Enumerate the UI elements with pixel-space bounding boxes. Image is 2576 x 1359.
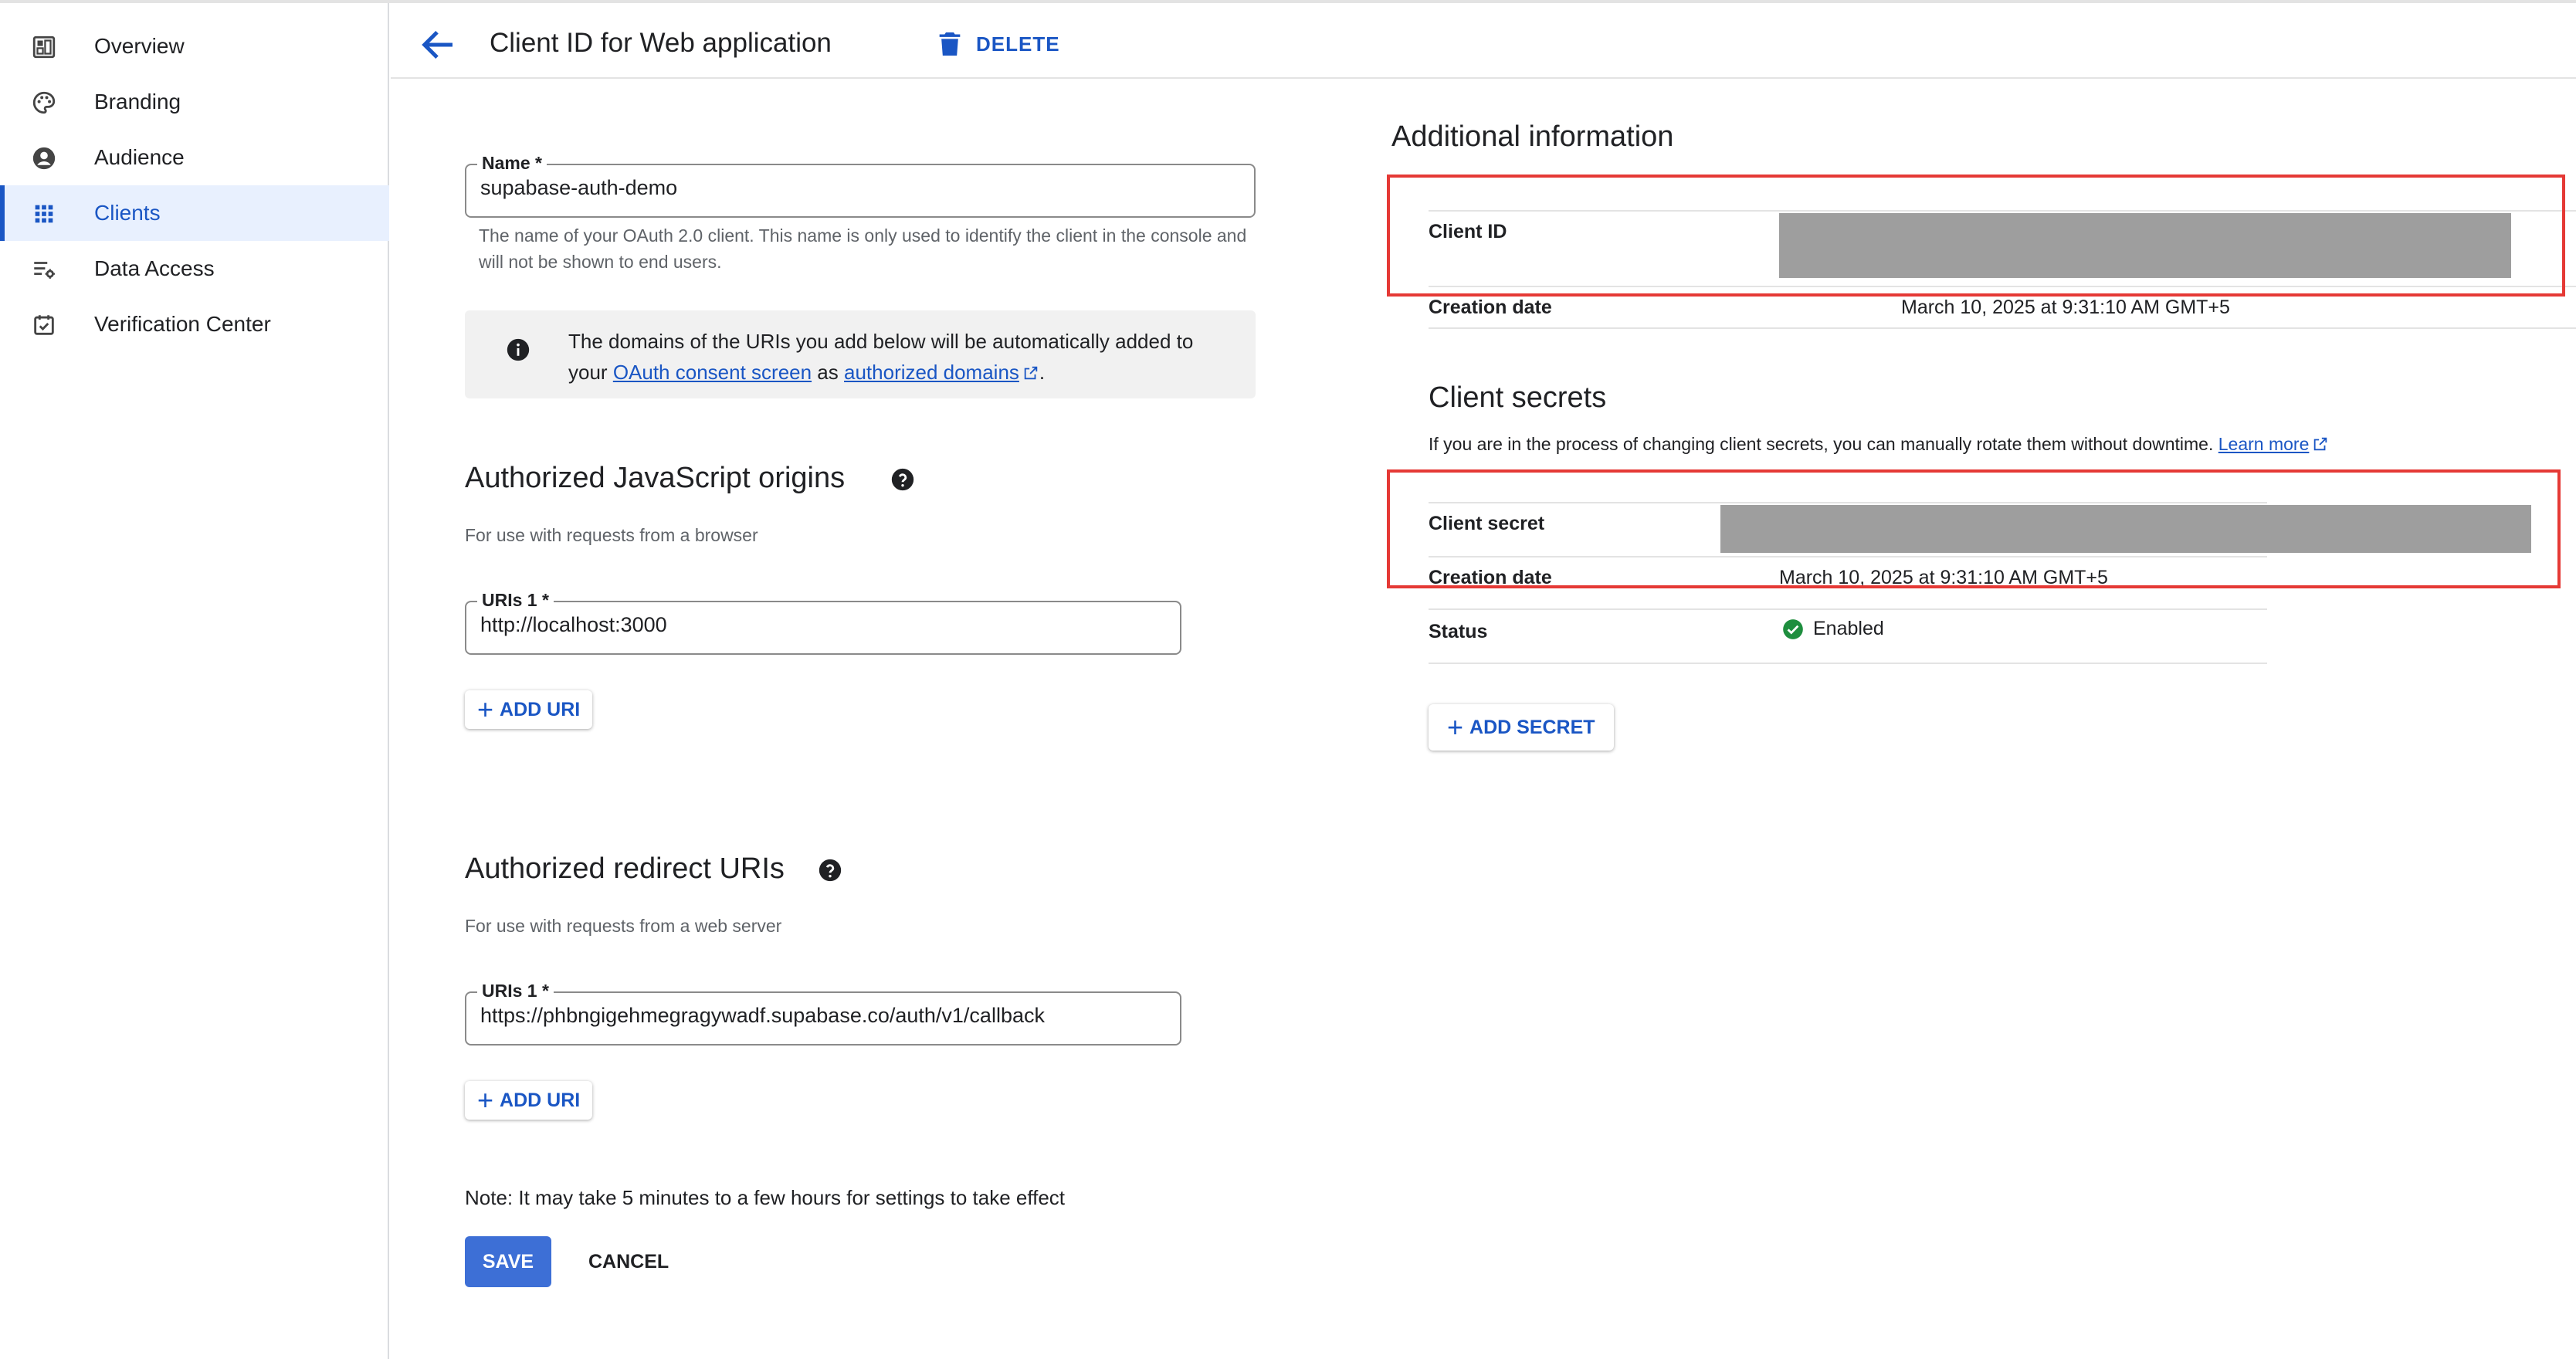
status-label: Status xyxy=(1429,621,1488,642)
uri-field-label: URIs 1 * xyxy=(477,981,554,1001)
redirect-uris-subtitle: For use with requests from a web server xyxy=(465,916,782,936)
add-secret-label: ADD SECRET xyxy=(1469,716,1595,738)
add-uri-label: ADD URI xyxy=(500,1089,581,1111)
external-link-icon xyxy=(2314,437,2327,451)
sidebar-item-overview[interactable]: Overview xyxy=(0,19,389,74)
cancel-button[interactable]: CANCEL xyxy=(575,1236,683,1287)
authorized-domains-link[interactable]: authorized domains xyxy=(844,361,1039,384)
add-js-origin-uri-button[interactable]: + ADD URI xyxy=(465,690,593,729)
sidebar-item-label: Audience xyxy=(94,145,185,169)
js-origin-uri-field[interactable]: URIs 1 * xyxy=(465,590,1181,655)
name-help-text: The name of your OAuth 2.0 client. This … xyxy=(479,225,1247,272)
back-button[interactable] xyxy=(414,22,460,68)
info-icon xyxy=(507,338,530,361)
help-icon[interactable] xyxy=(817,857,843,883)
add-redirect-uri-button[interactable]: + ADD URI xyxy=(465,1081,593,1120)
sidebar-item-label: Verification Center xyxy=(94,312,271,336)
palette-icon xyxy=(32,91,56,114)
creation-date-label: Creation date xyxy=(1429,297,1552,318)
highlight-frame xyxy=(1387,175,2565,297)
uri-field-label: URIs 1 * xyxy=(477,590,554,611)
dashboard-icon xyxy=(32,36,56,59)
plus-icon: + xyxy=(1447,711,1464,743)
sidebar-item-audience[interactable]: Audience xyxy=(0,130,389,185)
highlight-frame xyxy=(1387,469,2561,588)
status-badge: Enabled xyxy=(1782,618,1884,640)
save-button[interactable]: SAVE xyxy=(465,1236,551,1287)
delete-label: DELETE xyxy=(976,32,1060,56)
oauth-consent-screen-link[interactable]: OAuth consent screen xyxy=(613,361,812,384)
sidebar-item-label: Data Access xyxy=(94,256,215,280)
creation-date-value: March 10, 2025 at 9:31:10 AM GMT+5 xyxy=(1901,297,2230,318)
client-secrets-description: If you are in the process of changing cl… xyxy=(1429,434,2329,455)
learn-more-link[interactable]: Learn more xyxy=(2218,434,2330,454)
sidebar-item-data-access[interactable]: Data Access xyxy=(0,241,389,297)
verified-checkbox-icon xyxy=(34,315,54,335)
divider xyxy=(1429,327,2576,329)
check-circle-icon xyxy=(1783,618,1803,639)
page-title: Client ID for Web application xyxy=(490,28,832,58)
js-origins-subtitle: For use with requests from a browser xyxy=(465,525,758,545)
settings-note: Note: It may take 5 minutes to a few hou… xyxy=(465,1186,1066,1209)
client-secrets-title: Client secrets xyxy=(1429,381,1607,414)
redirect-uri-field[interactable]: URIs 1 * xyxy=(465,981,1181,1046)
sidebar-item-label: Clients xyxy=(94,201,161,225)
js-origin-uri-input[interactable] xyxy=(480,613,1123,637)
sidebar-item-clients[interactable]: Clients xyxy=(0,185,389,241)
account-circle-icon xyxy=(32,147,56,170)
delete-button[interactable]: DELETE xyxy=(934,26,1060,62)
js-origins-title: Authorized JavaScript origins xyxy=(465,462,846,494)
sidebar: Overview Branding Audience Clients Data … xyxy=(0,3,389,1359)
redirect-uri-input[interactable] xyxy=(480,1004,1123,1028)
divider xyxy=(1429,608,2267,610)
additional-info-title: Additional information xyxy=(1391,120,1674,153)
external-link-icon xyxy=(1024,366,1038,380)
add-uri-label: ADD URI xyxy=(500,698,581,720)
redirect-uris-title: Authorized redirect URIs xyxy=(465,852,785,885)
info-banner-text: The domains of the URIs you add below wi… xyxy=(568,330,1194,384)
trash-icon xyxy=(939,32,961,56)
help-icon[interactable] xyxy=(890,466,916,493)
data-settings-icon xyxy=(34,262,56,279)
sidebar-item-branding[interactable]: Branding xyxy=(0,74,389,130)
name-input[interactable] xyxy=(480,176,1189,200)
page-header: Client ID for Web application DELETE xyxy=(391,3,2576,79)
name-field[interactable]: Name * xyxy=(465,153,1256,218)
sidebar-item-label: Branding xyxy=(94,90,181,114)
status-value: Enabled xyxy=(1813,618,1884,639)
add-secret-button[interactable]: + ADD SECRET xyxy=(1429,704,1614,751)
sidebar-item-label: Overview xyxy=(94,34,185,58)
info-banner: The domains of the URIs you add below wi… xyxy=(465,310,1256,398)
sidebar-item-verification-center[interactable]: Verification Center xyxy=(0,297,389,352)
plus-icon: + xyxy=(477,1084,494,1116)
name-field-label: Name * xyxy=(477,153,547,174)
apps-grid-icon xyxy=(35,205,53,223)
plus-icon: + xyxy=(477,693,494,725)
arrow-back-icon xyxy=(422,30,452,59)
divider xyxy=(1429,663,2267,664)
